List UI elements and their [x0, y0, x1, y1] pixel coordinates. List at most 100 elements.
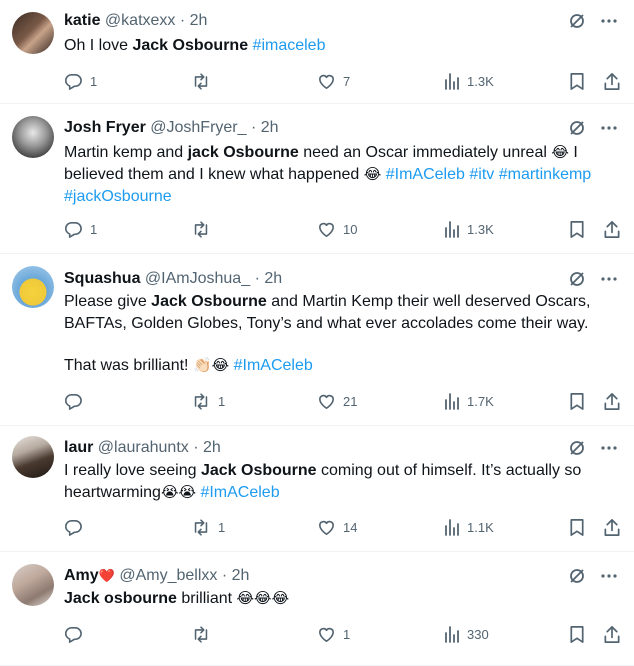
hashtag-link[interactable]: #ImACeleb [200, 484, 279, 501]
reply-button[interactable] [64, 391, 90, 411]
bookmark-button[interactable] [569, 624, 585, 644]
author-handle[interactable]: @Amy_bellxx [119, 567, 217, 584]
like-button[interactable]: 10 [317, 219, 357, 239]
views-button[interactable]: 1.3K [444, 219, 494, 239]
repost-button[interactable]: 1 [191, 517, 225, 537]
view-count: 1.7K [467, 393, 494, 409]
tweet[interactable]: Josh Fryer @JoshFryer_ · 2h Martin kemp … [0, 104, 634, 254]
timestamp[interactable]: 2h [190, 12, 208, 29]
views-button[interactable]: 1.1K [444, 517, 494, 537]
repost-button[interactable]: 1 [191, 391, 225, 411]
share-button[interactable] [603, 71, 621, 91]
author-name[interactable]: Josh Fryer [64, 119, 146, 136]
tweet-top-icons [568, 269, 618, 289]
bookmark-button[interactable] [569, 517, 585, 537]
share-button[interactable] [603, 517, 621, 537]
author-handle[interactable]: @katxexx [105, 12, 175, 29]
reply-button[interactable] [64, 517, 90, 537]
repost-icon [194, 625, 208, 643]
author-handle[interactable]: @laurahuntx [98, 439, 189, 456]
repost-icon [194, 220, 208, 238]
like-icon [319, 627, 334, 642]
share-button[interactable] [603, 624, 621, 644]
author-name[interactable]: laur [64, 439, 93, 456]
tweet-actions: 1 330 [64, 624, 624, 644]
more-icon[interactable] [600, 567, 618, 585]
author-name[interactable]: Amy [64, 567, 99, 584]
author-name[interactable]: katie [64, 12, 100, 29]
hashtag-link[interactable]: #jackOsbourne [64, 188, 172, 205]
hashtag-link[interactable]: #martinkemp [499, 166, 591, 183]
timestamp[interactable]: 2h [261, 119, 279, 136]
share-button[interactable] [603, 391, 621, 411]
avatar[interactable] [12, 12, 54, 54]
emoji: 😂😂😂 [236, 590, 290, 607]
author-handle[interactable]: @IAmJoshua_ [145, 270, 250, 287]
tweet[interactable]: Squashua @IAmJoshua_ · 2h Please give Ja… [0, 254, 634, 426]
repost-button[interactable] [191, 219, 218, 239]
hashtag-link[interactable]: #itv [469, 166, 494, 183]
reply-button[interactable]: 1 [64, 219, 97, 239]
avatar[interactable] [12, 436, 54, 478]
more-icon[interactable] [600, 12, 618, 30]
tweet-text: Jack osbourne brilliant 😂😂😂 [64, 590, 290, 607]
more-icon[interactable] [600, 119, 618, 137]
timestamp[interactable]: 2h [203, 439, 221, 456]
like-button[interactable]: 14 [317, 517, 357, 537]
grok-icon[interactable] [568, 119, 586, 137]
reply-count: 1 [90, 221, 98, 237]
bookmark-button[interactable] [569, 391, 585, 411]
like-icon [319, 520, 334, 535]
tweet-actions: 1 10 1.3K [64, 219, 624, 239]
author-name[interactable]: Squashua [64, 270, 140, 287]
tweet-text: I really love seeing Jack Osbourne comin… [64, 462, 582, 501]
avatar[interactable] [12, 266, 54, 308]
tweet-actions: 1 21 1.7K [64, 391, 624, 411]
more-icon[interactable] [600, 439, 618, 457]
views-icon [445, 221, 459, 238]
tweet[interactable]: katie @katxexx · 2h Oh I love Jack Osbou… [0, 0, 634, 104]
timestamp[interactable]: 2h [264, 270, 282, 287]
bookmark-button[interactable] [569, 219, 585, 239]
hashtag-link[interactable]: #ImACeleb [234, 357, 313, 374]
view-count: 1.3K [467, 221, 494, 237]
tweet-top-icons [568, 118, 618, 138]
share-icon [604, 220, 620, 238]
author-handle[interactable]: @JoshFryer_ [150, 119, 246, 136]
reply-icon [64, 626, 82, 643]
reply-button[interactable]: 1 [64, 71, 97, 91]
repost-button[interactable] [191, 624, 218, 644]
bookmark-icon [570, 220, 584, 238]
reply-button[interactable] [64, 624, 90, 644]
timestamp[interactable]: 2h [232, 567, 250, 584]
more-icon[interactable] [600, 270, 618, 288]
like-icon [319, 394, 334, 409]
views-button[interactable]: 1.3K [444, 71, 494, 91]
tweet-top-icons [568, 11, 618, 31]
grok-icon[interactable] [568, 270, 586, 288]
bookmark-button[interactable] [569, 71, 585, 91]
hashtag-link[interactable]: #imaceleb [253, 37, 326, 54]
like-button[interactable]: 1 [317, 624, 350, 644]
tweet[interactable]: laur @laurahuntx · 2h I really love seei… [0, 426, 634, 552]
grok-icon[interactable] [568, 439, 586, 457]
hashtag-link[interactable]: #ImACeleb [386, 166, 465, 183]
avatar[interactable] [12, 116, 54, 158]
views-button[interactable]: 330 [444, 624, 489, 644]
repost-icon [194, 392, 208, 410]
bookmark-icon [570, 518, 584, 536]
emoji: 😂 [551, 144, 569, 161]
grok-icon[interactable] [568, 12, 586, 30]
repost-button[interactable] [191, 71, 218, 91]
views-icon [445, 626, 459, 643]
tweet-header: laur @laurahuntx · 2h [64, 438, 221, 458]
grok-icon[interactable] [568, 567, 586, 585]
views-icon [445, 73, 459, 90]
views-button[interactable]: 1.7K [444, 391, 494, 411]
like-button[interactable]: 7 [317, 71, 350, 91]
like-count: 1 [343, 626, 351, 642]
tweet[interactable]: Amy❤️ @Amy_bellxx · 2h Jack osbourne bri… [0, 552, 634, 666]
avatar[interactable] [12, 564, 54, 606]
like-button[interactable]: 21 [317, 391, 357, 411]
share-button[interactable] [603, 219, 621, 239]
